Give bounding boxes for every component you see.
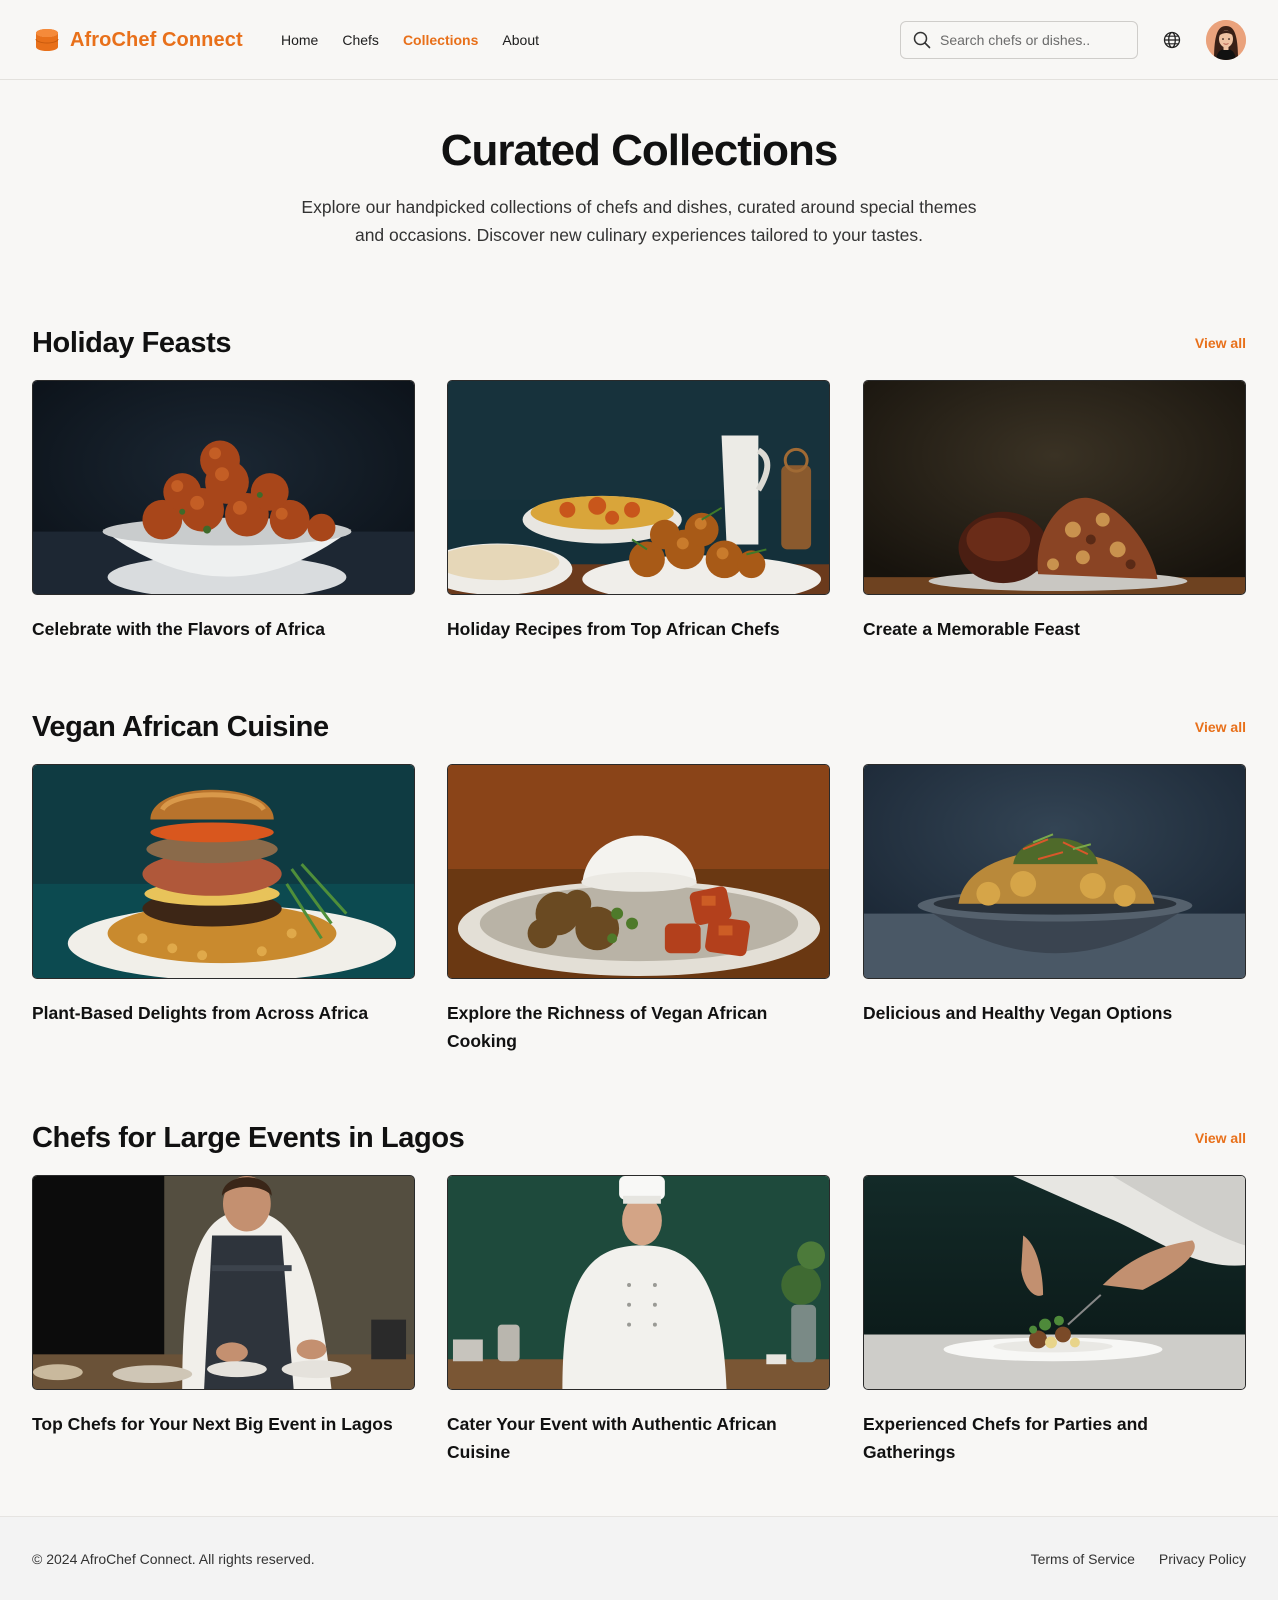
collection-section-holiday-feasts: Holiday Feasts View all Celebrate with t… <box>32 325 1246 639</box>
card-image <box>863 764 1246 979</box>
globe-icon <box>1163 31 1181 49</box>
footer-links: Terms of Service Privacy Policy <box>1031 1551 1246 1567</box>
card-image <box>447 764 830 979</box>
search-box <box>900 21 1138 59</box>
card-image <box>32 764 415 979</box>
section-title: Chefs for Large Events in Lagos <box>32 1122 465 1154</box>
card-image <box>447 1175 830 1390</box>
collection-card[interactable]: Cater Your Event with Authentic African … <box>447 1175 830 1466</box>
view-all-link[interactable]: View all <box>1195 334 1246 352</box>
card-image <box>32 380 415 595</box>
card-title: Plant-Based Delights from Across Africa <box>32 1003 369 1023</box>
card-image <box>863 380 1246 595</box>
card-image <box>447 380 830 595</box>
collection-card[interactable]: Holiday Recipes from Top African Chefs <box>447 380 830 643</box>
card-title: Delicious and Healthy Vegan Options <box>863 1003 1173 1023</box>
section-header: Holiday Feasts View all <box>32 325 1246 361</box>
collection-card[interactable]: Create a Memorable Feast <box>863 380 1246 643</box>
collection-card[interactable]: Celebrate with the Flavors of Africa <box>32 380 415 643</box>
page-subtitle: Explore our handpicked collections of ch… <box>301 197 977 245</box>
card-title: Celebrate with the Flavors of Africa <box>32 619 326 639</box>
section-header: Vegan African Cuisine View all <box>32 709 1246 745</box>
collection-section-vegan-african-cuisine: Vegan African Cuisine View all Plant-Bas… <box>32 709 1246 1051</box>
collection-card[interactable]: Explore the Richness of Vegan African Co… <box>447 764 830 1055</box>
card-title: Create a Memorable Feast <box>863 619 1080 639</box>
card-title: Cater Your Event with Authentic African … <box>447 1414 777 1462</box>
page-title: Curated Collections <box>440 126 839 175</box>
collection-card[interactable]: Plant-Based Delights from Across Africa <box>32 764 415 1027</box>
card-title: Explore the Richness of Vegan African Co… <box>447 1003 768 1051</box>
language-button[interactable] <box>1161 29 1183 51</box>
nav-about[interactable]: About <box>502 30 539 50</box>
view-all-link[interactable]: View all <box>1195 718 1246 736</box>
search-input[interactable] <box>940 32 1120 48</box>
brand-link[interactable]: AfroChef Connect <box>34 27 243 53</box>
search-icon <box>913 31 931 49</box>
terms-of-service-link[interactable]: Terms of Service <box>1031 1551 1135 1567</box>
top-header: AfroChef Connect Home Chefs Collections … <box>0 0 1278 80</box>
page-footer: © 2024 AfroChef Connect. All rights rese… <box>0 1516 1278 1600</box>
card-image <box>32 1175 415 1390</box>
copyright-text: © 2024 AfroChef Connect. All rights rese… <box>32 1551 315 1567</box>
collection-section-large-events-lagos: Chefs for Large Events in Lagos View all <box>32 1120 1246 1462</box>
privacy-policy-link[interactable]: Privacy Policy <box>1159 1551 1246 1567</box>
section-title: Vegan African Cuisine <box>32 711 329 743</box>
card-image <box>863 1175 1246 1390</box>
card-title: Experienced Chefs for Parties and Gather… <box>863 1414 1148 1462</box>
avatar[interactable] <box>1206 20 1246 60</box>
brand-name: AfroChef Connect <box>70 28 243 51</box>
user-avatar-icon <box>1206 20 1246 60</box>
nav-home[interactable]: Home <box>281 30 318 50</box>
nav-collections[interactable]: Collections <box>403 30 478 50</box>
section-title: Holiday Feasts <box>32 327 232 359</box>
collection-card[interactable]: Experienced Chefs for Parties and Gather… <box>863 1175 1246 1466</box>
brand-logo-icon <box>35 29 59 51</box>
collection-card[interactable]: Top Chefs for Your Next Big Event in Lag… <box>32 1175 415 1438</box>
nav-chefs[interactable]: Chefs <box>342 30 379 50</box>
main-nav: Home Chefs Collections About <box>281 30 539 50</box>
card-title: Holiday Recipes from Top African Chefs <box>447 619 780 639</box>
collection-card[interactable]: Delicious and Healthy Vegan Options <box>863 764 1246 1027</box>
view-all-link[interactable]: View all <box>1195 1129 1246 1147</box>
section-header: Chefs for Large Events in Lagos View all <box>32 1120 1246 1156</box>
card-title: Top Chefs for Your Next Big Event in Lag… <box>32 1414 393 1434</box>
